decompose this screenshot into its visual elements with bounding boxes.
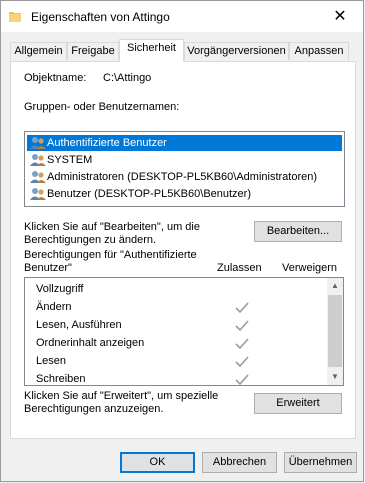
object-name-label: Objektname: bbox=[24, 72, 87, 84]
table-row: Lesen, Ausführen bbox=[25, 316, 327, 334]
user-group-icon bbox=[30, 154, 46, 166]
checkmark-icon bbox=[235, 356, 249, 368]
checkmark-icon bbox=[235, 302, 249, 314]
user-group-icon bbox=[30, 137, 46, 149]
tab-vorgaengerversionen[interactable]: Vorgängerversionen bbox=[184, 42, 289, 60]
group-name: SYSTEM bbox=[47, 154, 93, 166]
advanced-hint-line2: Berechtigungen anzuzeigen. bbox=[24, 403, 164, 415]
table-row: Ändern bbox=[25, 298, 327, 316]
group-name: Benutzer (DESKTOP-PL5KB60\Benutzer) bbox=[47, 188, 252, 200]
permissions-scrollbar[interactable]: ▲ ▼ bbox=[327, 278, 343, 385]
checkmark-icon bbox=[235, 320, 249, 332]
cancel-button[interactable]: Abbrechen bbox=[202, 452, 277, 473]
list-item[interactable]: Administratoren (DESKTOP-PL5KB60\Adminis… bbox=[27, 169, 317, 185]
folder-icon bbox=[9, 12, 21, 22]
checkmark-icon bbox=[235, 338, 249, 350]
ok-button[interactable]: OK bbox=[120, 452, 195, 473]
allow-column-header: Zulassen bbox=[217, 262, 262, 274]
permission-name: Lesen bbox=[36, 355, 66, 367]
permissions-for-line2: Benutzer" bbox=[24, 262, 72, 274]
permission-name: Vollzugriff bbox=[36, 283, 84, 295]
close-button[interactable]: ✕ bbox=[317, 1, 363, 32]
tab-sicherheit[interactable]: Sicherheit bbox=[119, 39, 184, 62]
scroll-down-arrow-icon[interactable]: ▼ bbox=[327, 369, 343, 385]
permission-name: Lesen, Ausführen bbox=[36, 319, 122, 331]
apply-button[interactable]: Übernehmen bbox=[284, 452, 357, 473]
list-item[interactable]: Benutzer (DESKTOP-PL5KB60\Benutzer) bbox=[27, 186, 251, 202]
permissions-list[interactable]: Vollzugriff Ändern Lesen, Ausführen Ordn… bbox=[24, 277, 344, 386]
scroll-up-arrow-icon[interactable]: ▲ bbox=[327, 278, 343, 294]
object-name-value: C:\Attingo bbox=[103, 72, 152, 84]
list-item[interactable]: SYSTEM bbox=[27, 152, 92, 168]
tab-anpassen[interactable]: Anpassen bbox=[289, 42, 349, 60]
group-name: Authentifizierte Benutzer bbox=[47, 137, 167, 149]
edit-button[interactable]: Bearbeiten... bbox=[254, 221, 342, 242]
scrollbar-thumb[interactable] bbox=[328, 295, 342, 367]
security-panel: Objektname: C:\Attingo Gruppen- oder Ben… bbox=[10, 61, 356, 439]
edit-hint-line2: Berechtigungen zu ändern. bbox=[24, 234, 157, 246]
permissions-for-line1: Berechtigungen für "Authentifizierte bbox=[24, 249, 197, 261]
permission-name: Ändern bbox=[36, 301, 72, 313]
edit-hint-line1: Klicken Sie auf "Bearbeiten", um die bbox=[24, 221, 200, 233]
user-group-icon bbox=[30, 188, 46, 200]
properties-dialog: Eigenschaften von Attingo ✕ Allgemein Fr… bbox=[0, 0, 364, 482]
advanced-button[interactable]: Erweitert bbox=[254, 393, 342, 414]
group-name: Administratoren (DESKTOP-PL5KB60\Adminis… bbox=[47, 171, 318, 183]
deny-column-header: Verweigern bbox=[282, 262, 338, 274]
permission-name: Ordnerinhalt anzeigen bbox=[36, 337, 145, 349]
tab-allgemein[interactable]: Allgemein bbox=[10, 42, 67, 60]
window-title: Eigenschaften von Attingo bbox=[31, 10, 170, 24]
tab-freigabe[interactable]: Freigabe bbox=[67, 42, 119, 60]
user-group-icon bbox=[30, 171, 46, 183]
groups-list[interactable]: Authentifizierte Benutzer SYSTEM Adminis… bbox=[24, 131, 345, 207]
permission-name: Schreiben bbox=[36, 373, 86, 385]
list-item[interactable]: Authentifizierte Benutzer bbox=[27, 135, 342, 151]
advanced-hint-line1: Klicken Sie auf "Erweitert", um speziell… bbox=[24, 390, 219, 402]
table-row: Vollzugriff bbox=[25, 280, 327, 298]
tab-strip: Allgemein Freigabe Sicherheit Vorgängerv… bbox=[10, 39, 355, 62]
groups-label: Gruppen- oder Benutzernamen: bbox=[24, 101, 180, 113]
title-bar: Eigenschaften von Attingo ✕ bbox=[1, 1, 363, 32]
table-row: Schreiben bbox=[25, 370, 327, 385]
close-icon: ✕ bbox=[333, 8, 347, 25]
table-row: Ordnerinhalt anzeigen bbox=[25, 334, 327, 352]
table-row: Lesen bbox=[25, 352, 327, 370]
checkmark-icon bbox=[235, 374, 249, 385]
